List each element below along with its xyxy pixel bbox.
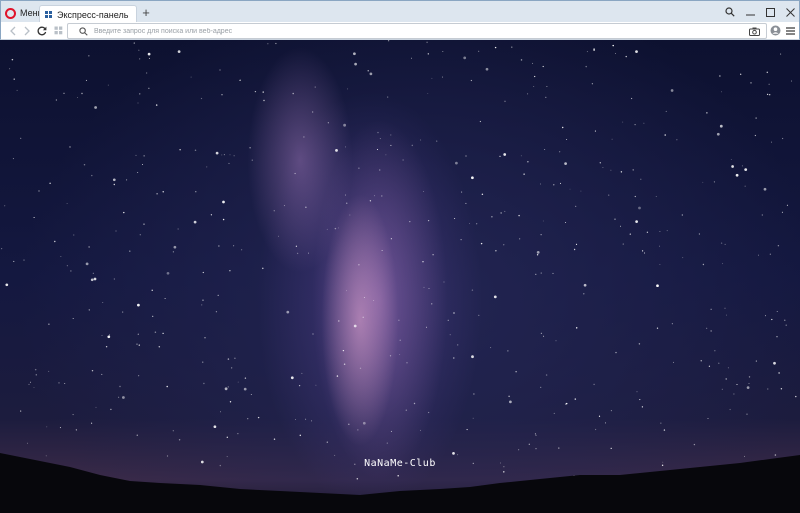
speed-dial-grid-icon: [45, 11, 53, 19]
speed-dial-background: NaNaMe-Club: [0, 40, 800, 513]
speed-dial-button[interactable]: [51, 23, 65, 38]
speed-dial-shortcut-icon: [54, 26, 62, 35]
hamburger-menu-icon: [785, 26, 795, 35]
reload-button[interactable]: [35, 23, 49, 38]
address-bar[interactable]: [67, 23, 767, 39]
account-icon: [770, 25, 780, 36]
minimize-icon: [745, 14, 755, 15]
navigation-bar: [0, 22, 800, 40]
forward-button[interactable]: [20, 23, 34, 38]
title-bar: Меню Экспресс-панель +: [0, 0, 800, 24]
maximize-button[interactable]: [759, 4, 781, 20]
close-icon: [785, 7, 795, 17]
easy-setup-menu-button[interactable]: [783, 23, 797, 38]
tab-title: Экспресс-панель: [57, 10, 129, 20]
new-tab-button[interactable]: +: [139, 5, 153, 21]
maximize-icon: [765, 7, 775, 17]
starfield: [1, 40, 797, 480]
opera-logo-icon: [5, 7, 16, 19]
reload-icon: [37, 26, 47, 35]
account-button[interactable]: [768, 23, 782, 38]
address-search-icon: [74, 26, 92, 36]
minimize-button[interactable]: [739, 4, 761, 20]
address-input[interactable]: [92, 24, 732, 38]
back-arrow-icon: [10, 26, 16, 35]
back-button[interactable]: [6, 23, 20, 38]
forward-arrow-icon: [24, 26, 30, 35]
watermark-text: NaNaMe-Club: [364, 458, 436, 469]
snapshot-button[interactable]: [749, 27, 760, 39]
search-icon: [725, 7, 735, 17]
tab-search-button[interactable]: [719, 4, 741, 20]
camera-icon: [749, 27, 760, 36]
close-button[interactable]: [779, 4, 800, 20]
